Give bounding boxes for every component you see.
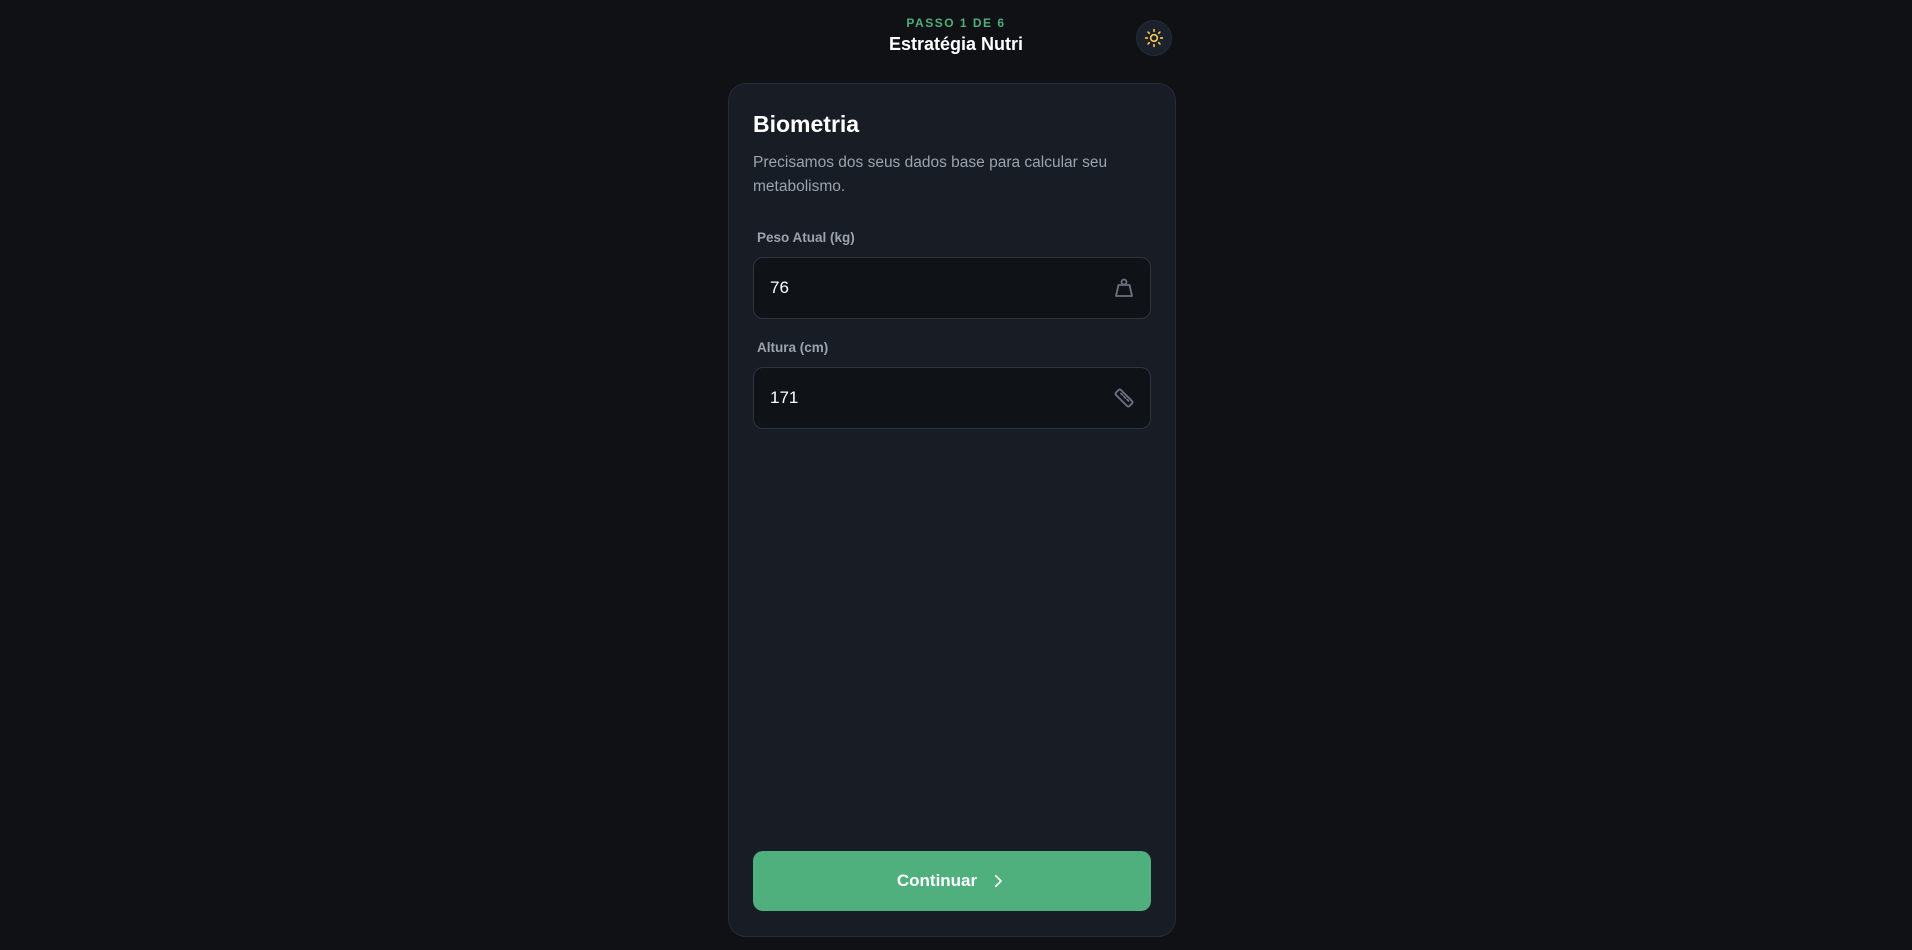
step-indicator: PASSO 1 DE 6: [906, 16, 1006, 30]
theme-toggle-button[interactable]: [1136, 20, 1172, 56]
continue-button[interactable]: Continuar: [753, 851, 1151, 911]
ruler-icon: [1114, 388, 1134, 408]
chevron-right-icon: [995, 874, 1002, 888]
weight-icon: [1115, 278, 1133, 297]
weight-label: Peso Atual (kg): [757, 230, 855, 245]
biometrics-card: Biometria Precisamos dos seus dados base…: [728, 83, 1176, 937]
height-label: Altura (cm): [757, 340, 829, 355]
card-subtitle: Precisamos dos seus dados base para calc…: [753, 154, 1108, 195]
weight-input[interactable]: [754, 258, 1094, 318]
header: PASSO 1 DE 6 Estratégia Nutri: [0, 0, 1912, 70]
weight-field: [753, 257, 1151, 319]
height-input[interactable]: [754, 368, 1094, 428]
sun-icon: [1144, 28, 1164, 48]
app-title: Estratégia Nutri: [888, 34, 1024, 54]
card-title: Biometria: [753, 111, 860, 137]
height-field: [753, 367, 1151, 429]
continue-label: Continuar: [896, 871, 978, 890]
